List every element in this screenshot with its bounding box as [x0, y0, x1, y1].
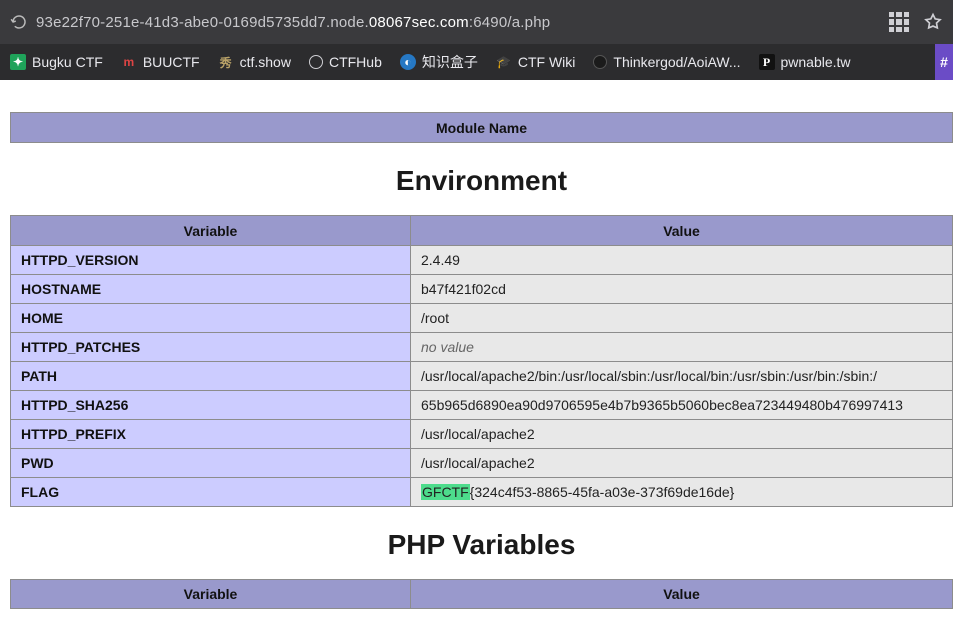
- favicon-icon: 🎓: [496, 54, 512, 70]
- favicon-icon: ◐: [400, 54, 416, 70]
- table-row: PATH/usr/local/apache2/bin:/usr/local/sb…: [11, 362, 953, 391]
- bookmark-ctfshow[interactable]: 秀 ctf.show: [218, 54, 291, 70]
- highlighted-text: GFCTF: [421, 484, 470, 500]
- favicon-icon: m: [121, 54, 137, 70]
- env-value-cell: /usr/local/apache2: [411, 420, 953, 449]
- env-col-variable: Variable: [11, 216, 411, 246]
- page-content: Module Name Environment Variable Value H…: [0, 80, 953, 609]
- phpv-col-variable: Variable: [11, 580, 411, 609]
- bookmark-label: CTF Wiki: [518, 54, 576, 70]
- section-phpvars-heading: PHP Variables: [10, 529, 953, 561]
- bookmark-pwnable[interactable]: Ppwnable.tw: [759, 54, 851, 70]
- bookmark-label: Bugku CTF: [32, 54, 103, 70]
- favicon-icon: ✦: [10, 54, 26, 70]
- favicon-icon: 秀: [218, 54, 234, 70]
- table-row: FLAGGFCTF{324c4f53-8865-45fa-a03e-373f69…: [11, 478, 953, 507]
- bookmark-star-icon[interactable]: [923, 12, 943, 32]
- favicon-icon: [309, 55, 323, 69]
- table-row: HOME/root: [11, 304, 953, 333]
- table-row: HTTPD_PREFIX/usr/local/apache2: [11, 420, 953, 449]
- extension-icon[interactable]: #: [935, 44, 953, 80]
- bookmark-thinkergod[interactable]: Thinkergod/AoiAW...: [593, 54, 740, 70]
- bookmark-bugku[interactable]: ✦ Bugku CTF: [10, 54, 103, 70]
- phpvars-table: Variable Value: [10, 579, 953, 609]
- env-variable-cell: HTTPD_PREFIX: [11, 420, 411, 449]
- env-value-cell: /usr/local/apache2: [411, 449, 953, 478]
- bookmarks-bar: ✦ Bugku CTF m BUUCTF 秀 ctf.show CTFHub ◐ 知识盒…: [0, 44, 953, 80]
- env-value-cell: 65b965d6890ea90d9706595e4b7b9365b5060bec…: [411, 391, 953, 420]
- env-col-value: Value: [411, 216, 953, 246]
- section-environment-heading: Environment: [10, 165, 953, 197]
- bookmark-buuctf[interactable]: m BUUCTF: [121, 54, 200, 70]
- table-row: PWD/usr/local/apache2: [11, 449, 953, 478]
- favicon-icon: [593, 55, 607, 69]
- bookmark-label: BUUCTF: [143, 54, 200, 70]
- phpv-col-value: Value: [411, 580, 953, 609]
- url-post: :6490/a.php: [469, 14, 550, 31]
- env-variable-cell: HTTPD_SHA256: [11, 391, 411, 420]
- env-variable-cell: HOSTNAME: [11, 275, 411, 304]
- url-host: 08067sec.com: [369, 14, 469, 31]
- env-variable-cell: HTTPD_PATCHES: [11, 333, 411, 362]
- env-variable-cell: HOME: [11, 304, 411, 333]
- table-row: HTTPD_PATCHESno value: [11, 333, 953, 362]
- bookmark-label: Thinkergod/AoiAW...: [613, 54, 740, 70]
- env-variable-cell: PATH: [11, 362, 411, 391]
- env-variable-cell: HTTPD_VERSION: [11, 246, 411, 275]
- bookmark-zhishihezi[interactable]: ◐ 知识盒子: [400, 52, 478, 72]
- favicon-icon: P: [759, 54, 775, 70]
- reload-icon[interactable]: [10, 13, 28, 31]
- bookmark-label: 知识盒子: [422, 52, 478, 72]
- env-variable-cell: FLAG: [11, 478, 411, 507]
- environment-table: Variable Value HTTPD_VERSION2.4.49HOSTNA…: [10, 215, 953, 507]
- env-variable-cell: PWD: [11, 449, 411, 478]
- module-name-header: Module Name: [11, 113, 953, 143]
- table-row: HTTPD_SHA25665b965d6890ea90d9706595e4b7b…: [11, 391, 953, 420]
- env-value-cell: /root: [411, 304, 953, 333]
- table-row: HOSTNAMEb47f421f02cd: [11, 275, 953, 304]
- bookmark-label: CTFHub: [329, 54, 382, 70]
- url-text[interactable]: 93e22f70-251e-41d3-abe0-0169d5735dd7.nod…: [36, 14, 889, 31]
- bookmark-ctfhub[interactable]: CTFHub: [309, 54, 382, 70]
- url-pre: 93e22f70-251e-41d3-abe0-0169d5735dd7.nod…: [36, 14, 369, 31]
- env-value-cell: b47f421f02cd: [411, 275, 953, 304]
- env-value-cell: GFCTF{324c4f53-8865-45fa-a03e-373f69de16…: [411, 478, 953, 507]
- table-row: HTTPD_VERSION2.4.49: [11, 246, 953, 275]
- browser-address-bar: 93e22f70-251e-41d3-abe0-0169d5735dd7.nod…: [0, 0, 953, 44]
- bookmark-label: pwnable.tw: [781, 54, 851, 70]
- env-value-cell: no value: [411, 333, 953, 362]
- env-value-cell: 2.4.49: [411, 246, 953, 275]
- qr-icon[interactable]: [889, 12, 909, 32]
- bookmark-ctfwiki[interactable]: 🎓 CTF Wiki: [496, 54, 576, 70]
- module-name-table: Module Name: [10, 112, 953, 143]
- env-value-cell: /usr/local/apache2/bin:/usr/local/sbin:/…: [411, 362, 953, 391]
- bookmark-label: ctf.show: [240, 54, 291, 70]
